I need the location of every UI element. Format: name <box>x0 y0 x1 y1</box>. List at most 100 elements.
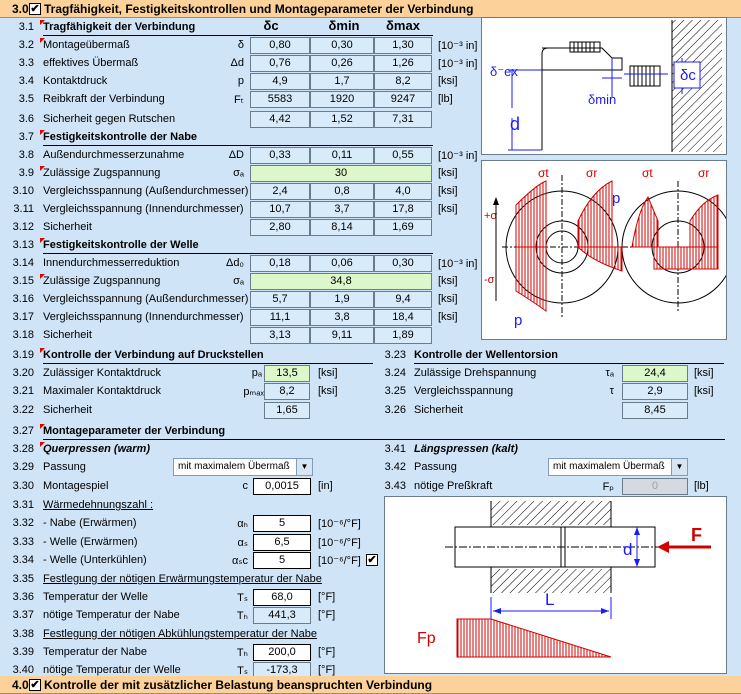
value-cell: 11,1 <box>250 309 310 326</box>
input-temperatur-nabe[interactable]: 200,0 <box>253 644 311 661</box>
unit: [ksi] <box>438 167 458 179</box>
row-number: 3.9 <box>18 167 34 179</box>
label-welle-unterkuehlen: - Welle (Unterkühlen) <box>43 554 147 566</box>
unit: [°F] <box>318 609 336 621</box>
unit: [ksi] <box>438 275 458 287</box>
heading-torsion: Kontrolle der Wellentorsion <box>414 349 559 361</box>
value-cell: 9247 <box>374 91 432 108</box>
row-number: 3.20 <box>12 367 34 379</box>
value-cell: 4,0 <box>374 183 432 200</box>
value-cell: 1,9 <box>310 291 374 308</box>
value-cell: 9,4 <box>374 291 432 308</box>
passung-quer-select[interactable]: mit maximalem Übermaß ▼ <box>173 458 313 476</box>
unit: [ksi] <box>438 293 458 305</box>
symbol: δ <box>237 39 244 51</box>
value-cell: 0,06 <box>310 255 374 272</box>
unit: [10⁻³ in] <box>438 150 478 162</box>
value-cell: 8,45 <box>622 402 688 419</box>
input-zul-zugspannung-nabe[interactable]: 30 <box>250 165 432 182</box>
input-alpha-welle[interactable]: 6,5 <box>253 534 311 551</box>
symbol: Tₕ <box>236 610 248 622</box>
label-sigma-r-1: σr <box>586 166 597 180</box>
label-innendurchmesserreduktion: Innendurchmesserreduktion <box>43 257 180 269</box>
divider <box>43 35 433 36</box>
row-number: 3.43 <box>384 480 406 492</box>
row-number: 3.24 <box>384 367 406 379</box>
label-zul-zugspannung-welle: Zulässige Zugspannung <box>43 275 161 287</box>
label-waermedehnungszahl: Wärmedehnungszahl : <box>43 499 154 511</box>
value-cell: 0,55 <box>374 147 432 164</box>
unterkuehlen-checkbox[interactable]: ✔ <box>366 554 378 566</box>
label-L: L <box>545 590 554 609</box>
label-sicherheit-welle: Sicherheit <box>43 329 92 341</box>
symbol: Tₛ <box>237 592 248 604</box>
chevron-down-icon[interactable]: ▼ <box>671 459 687 475</box>
divider <box>43 145 433 146</box>
label-passung-quer: Passung <box>43 461 86 473</box>
input-zul-zugspannung-welle[interactable]: 34,8 <box>250 273 432 290</box>
input-alpha-welle-kalt[interactable]: 5 <box>253 552 311 569</box>
value-cell: 1,7 <box>310 73 374 90</box>
label-noetige-temperatur-welle: nötige Temperatur der Welle <box>43 664 181 676</box>
value-cell: 441,3 <box>253 607 311 624</box>
row-number: 3.2 <box>18 39 34 51</box>
value-cell: 1,65 <box>264 402 310 419</box>
divider <box>43 439 725 440</box>
input-montagespiel[interactable]: 0,0015 <box>253 478 311 495</box>
input-zul-kontaktdruck[interactable]: 13,5 <box>264 365 310 382</box>
row-number: 3.17 <box>12 311 34 323</box>
value-cell: 3,8 <box>310 309 374 326</box>
label-aussendurchmesserzunahme: Außendurchmesserzunahme <box>43 149 185 161</box>
value-cell: 3,13 <box>250 327 310 344</box>
section-3-checkbox[interactable]: ✔ <box>29 3 41 15</box>
col-header-dc: δc <box>263 18 279 33</box>
unit: [ksi] <box>438 185 458 197</box>
row-number: 3.33 <box>12 536 34 548</box>
section-number: 3.0 <box>12 2 29 16</box>
row-number: 3.27 <box>12 425 34 437</box>
input-alpha-nabe[interactable]: 5 <box>253 515 311 532</box>
label-effektives-uebermass: effektives Übermaß <box>43 57 139 69</box>
section-title: Tragfähigkeit, Festigkeitskontrollen und… <box>44 2 474 16</box>
unit: [lb] <box>438 93 453 105</box>
row-number: 3.29 <box>12 461 34 473</box>
col-header-dmax: δmax <box>386 18 420 33</box>
value-cell: 5583 <box>250 91 310 108</box>
value-cell: 8,14 <box>310 219 374 236</box>
unit: [ksi] <box>694 367 714 379</box>
row-number: 3.8 <box>18 149 34 161</box>
input-temperatur-welle[interactable]: 68,0 <box>253 589 311 606</box>
label-sigma-t-1: σt <box>538 166 549 180</box>
row-number: 3.11 <box>13 203 34 215</box>
col-header-dmin: δmin <box>328 18 360 33</box>
label-zul-zugspannung-nabe: Zulässige Zugspannung <box>43 167 161 179</box>
value-cell: 4,42 <box>250 111 310 128</box>
heading-tragfaehigkeit: Tragfähigkeit der Verbindung <box>43 21 196 33</box>
row-number: 3.30 <box>12 480 34 492</box>
input-zul-drehspannung[interactable]: 24,4 <box>622 365 688 382</box>
diagram-laengspressen: F d L Fp <box>384 496 727 674</box>
passung-laengs-select[interactable]: mit maximalem Übermaß ▼ <box>548 458 688 476</box>
section-number: 4.0 <box>12 678 29 692</box>
label-vergleichsspannung-innen: Vergleichsspannung (Innendurchmesser) <box>43 203 244 215</box>
label-dex: δ⁻ex <box>490 64 518 79</box>
section-header-3: 3.0 ✔ Tragfähigkeit, Festigkeitskontroll… <box>0 0 741 18</box>
row-number: 3.15 <box>12 275 34 287</box>
label-d: d <box>623 540 632 559</box>
symbol: pₘₐₓ <box>243 386 264 398</box>
label-dc: δc <box>680 67 696 84</box>
heading-laengspressen: Längspressen (kalt) <box>414 443 518 455</box>
row-number: 3.13 <box>12 239 34 251</box>
unit: [10⁻⁶/°F] <box>318 537 361 549</box>
unit: [10⁻³ in] <box>438 258 478 270</box>
section-4-checkbox[interactable]: ✔ <box>29 679 41 691</box>
value-cell: 1,69 <box>374 219 432 236</box>
value-cell: 0,30 <box>310 37 374 54</box>
value-cell: 0,30 <box>374 255 432 272</box>
label-p-1: p <box>612 190 620 207</box>
chevron-down-icon[interactable]: ▼ <box>296 459 312 475</box>
row-number: 3.26 <box>384 404 406 416</box>
label-max-kontaktdruck: Maximaler Kontaktdruck <box>43 385 161 397</box>
symbol: αₛ <box>237 537 248 549</box>
symbol: Δd₀ <box>225 257 244 269</box>
